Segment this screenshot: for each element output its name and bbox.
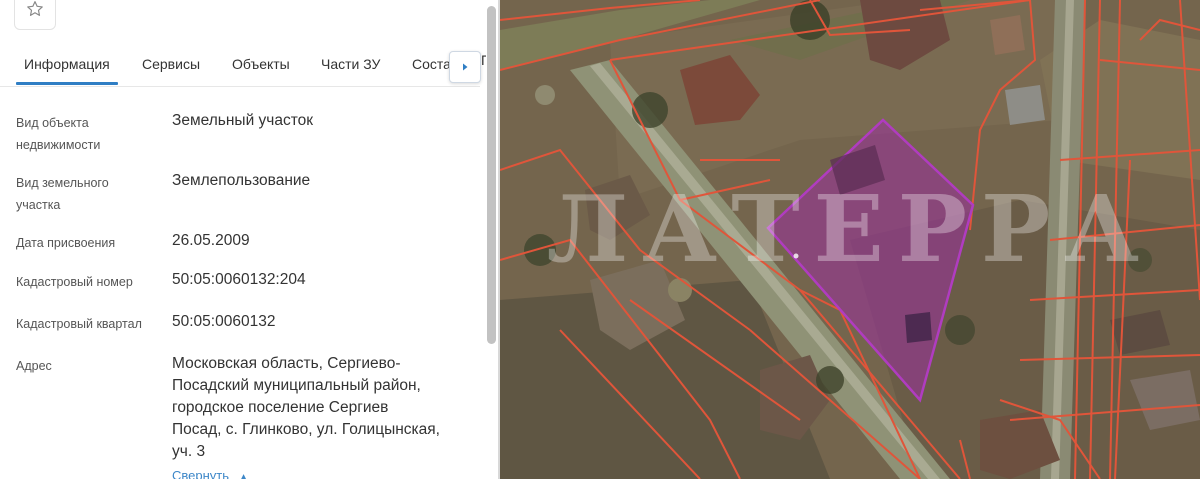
star-outline-icon — [27, 1, 43, 16]
tab-composition[interactable]: Состав — [412, 56, 450, 72]
info-panel: Информация Сервисы Объекты Части ЗУ Сост… — [0, 0, 498, 479]
favorite-button[interactable] — [14, 0, 56, 30]
tabs-scroll-next-button[interactable] — [449, 51, 481, 83]
scrollbar-thumb[interactable] — [487, 6, 496, 344]
tab-objects[interactable]: Объекты — [232, 56, 290, 72]
cadastral-number-value: 50:05:0060132:204 — [172, 271, 306, 288]
tab-parcel-parts[interactable]: Части ЗУ — [321, 56, 380, 72]
chevron-up-icon: ▲ — [238, 472, 249, 479]
address-value: Московская область, Сергиево- Посадский … — [172, 355, 440, 460]
object-type-value: Земельный участок — [172, 112, 314, 129]
object-type-label: Вид объекта недвижимости — [16, 116, 101, 152]
tab-services[interactable]: Сервисы — [142, 56, 200, 72]
tab-composition-clip: Состав — [410, 52, 450, 78]
caret-right-icon — [463, 63, 468, 71]
cadastral-quarter-label: Кадастровый квартал — [16, 317, 142, 331]
parcel-type-value: Землепользование — [172, 172, 311, 189]
cadastral-number-label: Кадастровый номер — [16, 275, 133, 289]
collapse-link[interactable]: Свернуть ▲ — [172, 468, 249, 479]
assigned-date-label: Дата присвоения — [16, 236, 116, 250]
address-label: Адрес — [16, 359, 52, 373]
watermark: ЛАТЕРРА — [546, 175, 1154, 283]
cadastral-quarter-value: 50:05:0060132 — [172, 313, 276, 330]
assigned-date-value: 26.05.2009 — [172, 232, 250, 249]
active-tab-indicator — [16, 82, 118, 85]
map-view[interactable]: ЛАТЕРРА — [500, 0, 1200, 479]
tab-information[interactable]: Информация — [24, 56, 110, 72]
parcel-type-label: Вид земельного участка — [16, 176, 109, 212]
